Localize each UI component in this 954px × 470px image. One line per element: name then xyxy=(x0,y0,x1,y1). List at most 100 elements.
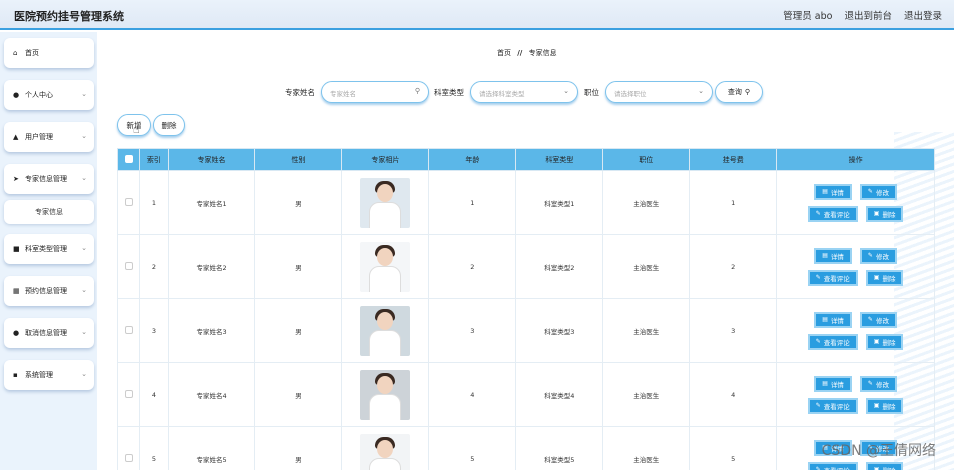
expert-name-label: 专家姓名 xyxy=(285,88,315,97)
edit-button[interactable]: ✎ 修改 xyxy=(859,183,897,200)
fee-cell: 1 xyxy=(689,170,778,235)
delete-row-button[interactable]: ▣删除 xyxy=(865,461,904,470)
sidebar-item-home[interactable]: ⌂ 首页 xyxy=(4,38,94,68)
department-type-cell: 科室类型4 xyxy=(515,362,604,427)
delete-row-button[interactable]: ▣删除 xyxy=(865,397,904,414)
gender-cell: 男 xyxy=(254,234,343,299)
back-to-front-link[interactable]: 退出到前台 xyxy=(844,8,892,22)
trash-icon: ▣ xyxy=(873,210,880,217)
chevron-down-icon: ⌄ xyxy=(563,87,569,95)
detail-button[interactable]: ▤ 详情 xyxy=(814,247,852,264)
sidebar-item-label: 系统管理 xyxy=(25,371,53,379)
delete-row-label: 删除 xyxy=(882,274,896,283)
logout-link[interactable]: 退出登录 xyxy=(904,8,942,22)
position-cell: 主治医生 xyxy=(602,298,691,363)
expert-photo xyxy=(360,177,411,228)
position-cell: 主治医生 xyxy=(602,362,691,427)
pin-icon: ● xyxy=(13,329,20,337)
position-cell: 主治医生 xyxy=(602,426,691,470)
delete-row-button[interactable]: ▣删除 xyxy=(865,333,904,350)
gender-cell: 男 xyxy=(254,298,343,363)
row-select-cell xyxy=(116,234,141,299)
delete-row-label: 删除 xyxy=(882,402,896,411)
department-type-label: 科室类型 xyxy=(434,88,464,97)
index-cell: 1 xyxy=(139,170,169,235)
age-cell: 5 xyxy=(428,426,517,470)
delete-button[interactable]: 删除 xyxy=(153,114,185,136)
expert-table: 索引 专家姓名 性别 专家相片 年龄 科室类型 职位 挂号费 操作 1 专家姓名1… xyxy=(116,148,935,470)
view-comments-button[interactable]: ✎查看评论 xyxy=(807,333,858,350)
breadcrumb-current: 专家信息 xyxy=(528,49,557,57)
breadcrumb-home[interactable]: 首页 xyxy=(497,49,511,57)
grid-icon: ▦ xyxy=(13,287,20,295)
chevron-down-icon: ⌄ xyxy=(81,90,87,98)
edit-button-label: 修改 xyxy=(875,252,889,261)
query-button[interactable]: 查询 ⚲ xyxy=(715,81,763,103)
sidebar-subitem-expert-info[interactable]: 专家信息 xyxy=(4,200,94,224)
edit-icon: ✎ xyxy=(867,316,873,323)
department-type-cell: 科室类型5 xyxy=(515,426,604,470)
edit-icon: ✎ xyxy=(867,252,873,259)
document-icon: ▤ xyxy=(822,380,828,387)
document-icon: ▤ xyxy=(822,252,828,259)
sidebar-item-expert-management[interactable]: ➤ 专家信息管理 ⌄ xyxy=(4,164,94,194)
index-cell: 4 xyxy=(139,362,169,427)
expert-name-input[interactable]: 专家姓名 ⚲ xyxy=(321,81,429,103)
detail-button[interactable]: ▤ 详情 xyxy=(814,311,852,328)
row-checkbox[interactable] xyxy=(124,197,133,206)
detail-button[interactable]: ▤ 详情 xyxy=(814,183,852,200)
gender-cell: 男 xyxy=(254,170,343,235)
row-checkbox[interactable] xyxy=(124,389,133,398)
edit-icon: ✎ xyxy=(815,274,821,281)
detail-button-label: 详情 xyxy=(830,188,844,197)
sidebar-item-personal-center[interactable]: ● 个人中心 ⌄ xyxy=(4,80,94,110)
sidebar-item-cancel-management[interactable]: ● 取消信息管理 ⌄ xyxy=(4,318,94,348)
view-comments-button[interactable]: ✎查看评论 xyxy=(807,269,858,286)
sidebar-item-appointment-management[interactable]: ▦ 预约信息管理 ⌄ xyxy=(4,276,94,306)
position-label: 职位 xyxy=(584,88,599,97)
index-cell: 5 xyxy=(139,426,169,470)
delete-row-label: 删除 xyxy=(882,210,896,219)
edit-button[interactable]: ✎ 修改 xyxy=(859,311,897,328)
age-cell: 1 xyxy=(428,170,517,235)
select-all-checkbox[interactable] xyxy=(124,154,133,163)
user-icon: ● xyxy=(13,91,20,99)
sidebar-item-label: 预约信息管理 xyxy=(25,287,67,295)
sidebar-item-user-management[interactable]: ▲ 用户管理 ⌄ xyxy=(4,122,94,152)
top-right-links: 管理员 abo 退出到前台 退出登录 xyxy=(783,8,942,22)
row-checkbox[interactable] xyxy=(124,325,133,334)
view-comments-button[interactable]: ✎查看评论 xyxy=(807,461,858,470)
edit-icon: ✎ xyxy=(815,466,821,470)
detail-button[interactable]: ▤ 详情 xyxy=(814,375,852,392)
row-checkbox[interactable] xyxy=(124,261,133,270)
view-comments-button[interactable]: ✎查看评论 xyxy=(807,205,858,222)
position-select[interactable]: 请选择职位 ⌄ xyxy=(605,81,713,103)
edit-button-label: 修改 xyxy=(875,316,889,325)
detail-button-label: 详情 xyxy=(830,252,844,261)
chevron-down-icon: ⌄ xyxy=(698,87,704,95)
delete-row-button[interactable]: ▣删除 xyxy=(865,269,904,286)
department-type-select[interactable]: 请选择科室类型 ⌄ xyxy=(470,81,578,103)
breadcrumb-separator: // xyxy=(517,49,523,57)
sidebar-item-system-management[interactable]: ▪ 系统管理 ⌄ xyxy=(4,360,94,390)
watermark: CSDN @王倩网络 xyxy=(821,443,936,459)
table-row: 1 专家姓名1 男 1 科室类型1 主治医生 1 ▤ 详情 ✎ 修改 ✎ 查看评论 ▣ 删除 xyxy=(116,170,935,235)
expert-name-cell: 专家姓名4 xyxy=(167,362,256,427)
edit-button[interactable]: ✎ 修改 xyxy=(859,247,897,264)
operations-cell: ▤详情✎修改✎查看评论▣删除 xyxy=(776,298,935,363)
expert-photo xyxy=(360,369,411,420)
document-icon: ▤ xyxy=(822,316,828,323)
operations-cell: ▤详情✎修改✎查看评论▣删除 xyxy=(776,234,935,299)
trash-icon: ▣ xyxy=(873,338,880,345)
delete-row-button[interactable]: ▣删除 xyxy=(865,205,904,222)
column-header: 挂号费 xyxy=(689,148,778,171)
edit-button[interactable]: ✎ 修改 xyxy=(859,375,897,392)
sidebar-item-department-management[interactable]: ■ 科室类型管理 ⌄ xyxy=(4,234,94,264)
fee-cell: 3 xyxy=(689,298,778,363)
home-icon: ⌂ xyxy=(13,49,18,57)
trash-icon: ▣ xyxy=(873,274,880,281)
view-comments-button[interactable]: ✎查看评论 xyxy=(807,397,858,414)
table-row: 5专家姓名5男5科室类型5主治医生5▤详情✎修改✎查看评论▣删除 xyxy=(116,426,935,470)
row-checkbox[interactable] xyxy=(124,453,133,462)
edit-icon: ✎ xyxy=(815,338,821,345)
